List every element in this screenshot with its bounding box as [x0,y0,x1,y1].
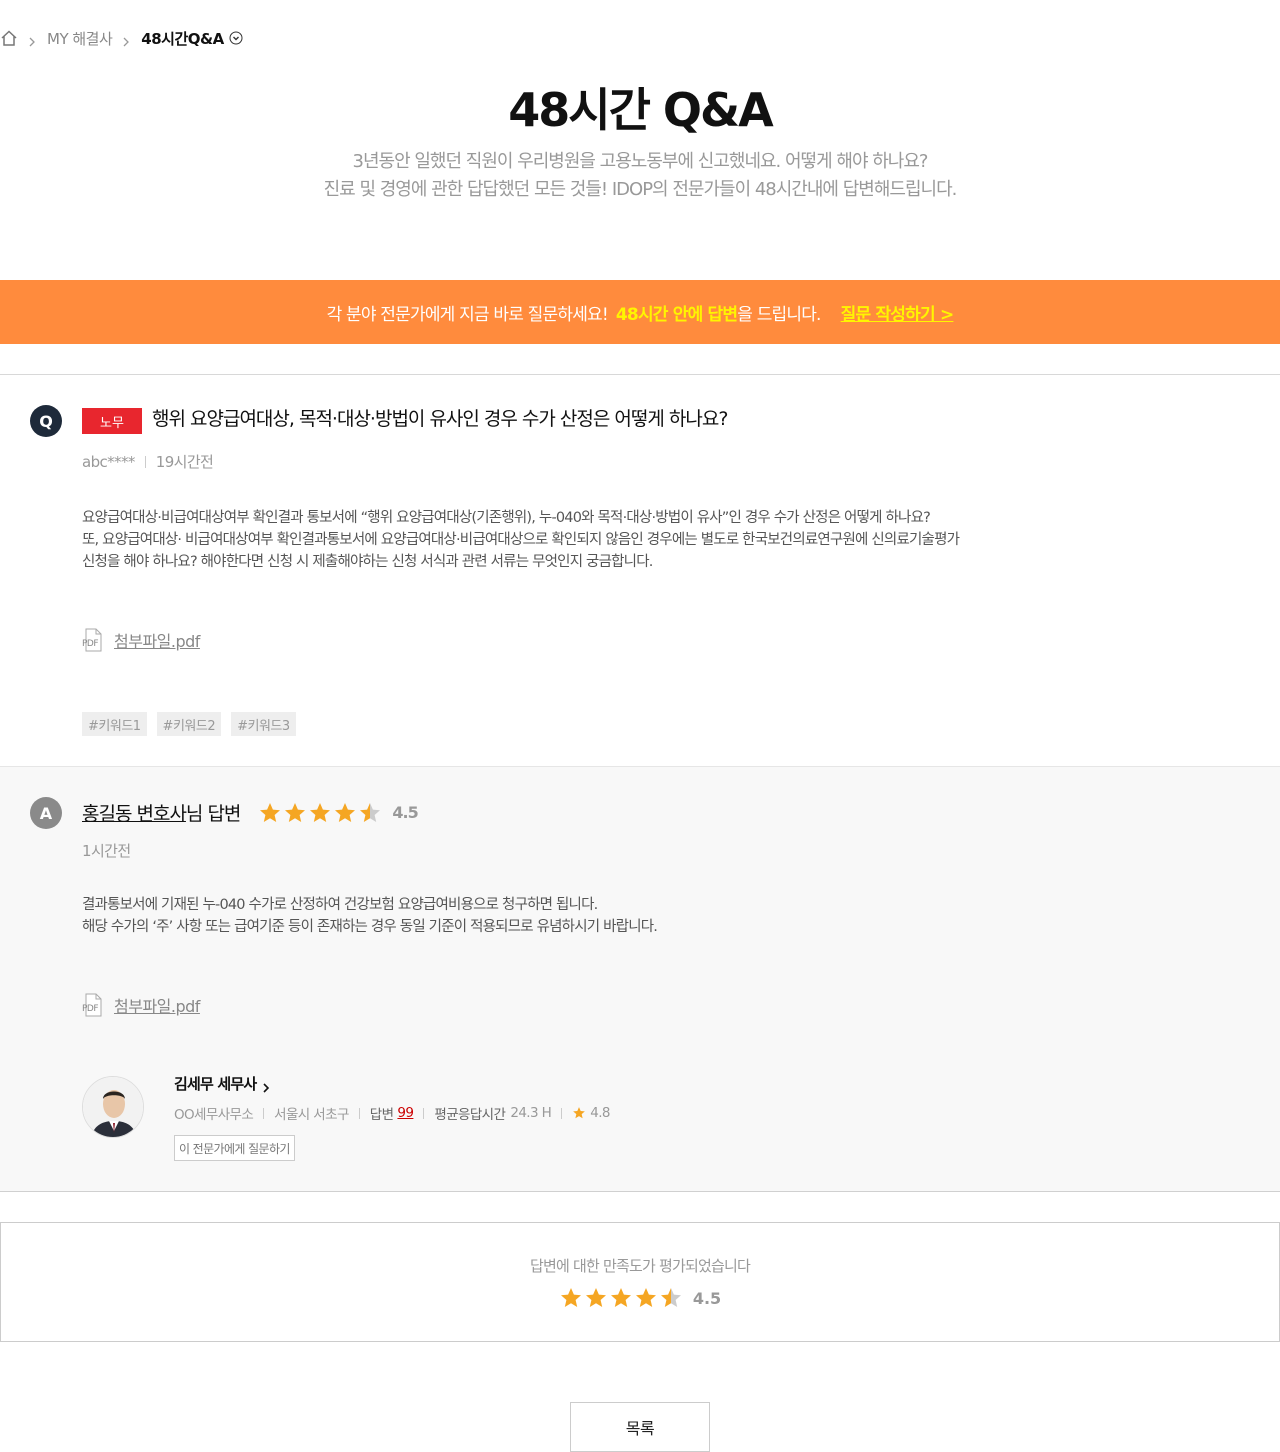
keyword-tag[interactable]: #키워드3 [231,712,296,736]
question-meta: abc**** 19시간전 [82,451,214,472]
home-icon[interactable] [0,29,18,47]
keyword-tag[interactable]: #키워드1 [82,712,147,736]
star-icon [360,802,381,822]
expert-office: OO세무사무소 [174,1107,254,1123]
answer-rating-value: 4.5 [392,803,418,822]
pdf-file-icon: PDF [82,993,104,1017]
page-title: 48시간 Q&A [508,83,774,137]
answer-attachment: PDF 첨부파일.pdf [82,993,200,1017]
expert-location: 서울시 서초구 [274,1107,349,1123]
satisfaction-rating-value: 4.5 [692,1288,722,1308]
keyword-tags: #키워드1 #키워드2 #키워드3 [82,712,296,736]
svg-text:PDF: PDF [82,639,98,649]
divider [0,374,1280,375]
svg-text:PDF: PDF [82,1004,98,1014]
star-icon [585,1288,606,1307]
star-icon [572,1106,586,1120]
expert-answers-label: 답변 [369,1107,394,1123]
satisfaction-text: 답변에 대한 만족도가 평가되었습니다 [530,1257,751,1275]
question-time: 19시간전 [155,453,214,471]
subtitle-line-1: 3년동안 일했던 직원이 우리병원을 고용노동부에 신고했네요. 어떻게 해야 … [352,151,929,172]
banner-highlight: 48시간 안에 답변 [615,304,738,325]
question-attachment: PDF 첨부파일.pdf [82,628,200,652]
question-body: 요양급여대상·비급여대상여부 확인결과 통보서에 “행위 요양급여대상(기존행위… [82,507,1082,573]
answer-expert-name[interactable]: 홍길동 변호사 [82,799,187,826]
pdf-file-icon: PDF [82,628,104,652]
answer-body-line: 결과통보서에 기재된 누-040 수가로 산정하여 건강보험 요양급여비용으로 … [82,897,598,913]
question-body-line: 요양급여대상·비급여대상여부 확인결과 통보서에 “행위 요양급여대상(기존행위… [82,510,931,526]
chevron-right-icon [121,33,131,47]
keyword-tag[interactable]: #키워드2 [156,712,222,736]
satisfaction-box: 답변에 대한 만족도가 평가되었습니다 4.5 [0,1222,1280,1342]
answer-meta: 1시간전 [82,840,131,861]
write-question-link[interactable]: 질문 작성하기 > [841,300,955,325]
answer-body-line: 해당 수가의 ‘주’ 사항 또는 급여기준 등이 존재하는 경우 동일 기준이 … [82,919,658,935]
attachment-link[interactable]: 첨부파일.pdf [114,628,200,652]
page-subtitle: 3년동안 일했던 직원이 우리병원을 고용노동부에 신고했네요. 어떻게 해야 … [0,148,1280,204]
star-icon [310,802,331,822]
chevron-right-icon [261,1079,271,1093]
answer-rating-stars [258,801,382,825]
star-icon [285,802,306,822]
answer-body: 결과통보서에 기재된 누-040 수가로 산정하여 건강보험 요양급여비용으로 … [82,894,1082,938]
ask-banner: 각 분야 전문가에게 지금 바로 질문하세요! 48시간 안에 답변 을 드립니… [0,280,1280,344]
breadcrumb: MY 해결사 48시간Q&A [0,26,243,50]
satisfaction-rating: 4.5 [1,1286,1279,1310]
answer-header-suffix: 님 답변 [185,803,241,825]
chevron-down-circle-icon[interactable] [229,31,243,45]
banner-highlight-rest: 을 드립니다. [737,304,821,325]
question-title: 행위 요양급여대상, 목적·대상·방법이 유사인 경우 수가 산정은 어떻게 하… [152,408,728,430]
meta-separator [263,1107,265,1119]
star-icon [635,1288,656,1307]
list-button[interactable]: 목록 [570,1402,710,1452]
expert-avg-time-label: 평균응답시간 [434,1107,506,1123]
answer-time: 1시간전 [82,842,131,860]
answer-badge: A [30,797,62,829]
answer-header: 홍길동 변호사 님 답변 4.5 [82,799,419,826]
question-body-line: 또, 요양급여대상· 비급여대상여부 확인결과통보서에 요양급여대상·비급여대상… [82,532,960,548]
banner-text: 각 분야 전문가에게 지금 바로 질문하세요! [326,304,609,325]
meta-separator [423,1107,425,1119]
expert-meta: OO세무사무소 서울시 서초구 답변 99 평균응답시간 24.3 H 4.8 [174,1103,610,1123]
breadcrumb-item-my[interactable]: MY 해결사 [47,28,113,49]
meta-separator [358,1107,360,1119]
star-icon [335,802,356,822]
attachment-link[interactable]: 첨부파일.pdf [114,993,200,1017]
star-icon [660,1288,681,1307]
question-body-line: 신청을 해야 하나요? 해야한다면 신청 시 제출해야하는 신청 서식과 관련 … [82,554,653,570]
expert-avg-time: 24.3 H [510,1105,552,1121]
answer-section [0,766,1280,1192]
chevron-right-icon [27,33,37,47]
breadcrumb-item-current[interactable]: 48시간Q&A [141,28,224,49]
expert-answers-count[interactable]: 99 [397,1105,414,1121]
star-icon [560,1288,581,1307]
question-author: abc**** [82,452,135,471]
expert-avatar[interactable] [82,1076,144,1138]
expert-name-link[interactable]: 김세무 세무사 [174,1073,271,1094]
category-tag: 노무 [82,408,142,434]
meta-separator [561,1107,563,1119]
subtitle-line-2: 진료 및 경영에 관한 답답했던 모든 것들! IDOP의 전문가들이 48시간… [323,179,958,200]
expert-rating: 4.8 [590,1105,610,1121]
meta-separator [144,455,146,468]
star-icon [260,802,281,822]
expert-name: 김세무 세무사 [174,1075,257,1093]
star-icon [610,1288,631,1307]
ask-expert-button[interactable]: 이 전문가에게 질문하기 [174,1135,295,1161]
satisfaction-stars [559,1286,683,1310]
question-badge: Q [30,405,62,437]
